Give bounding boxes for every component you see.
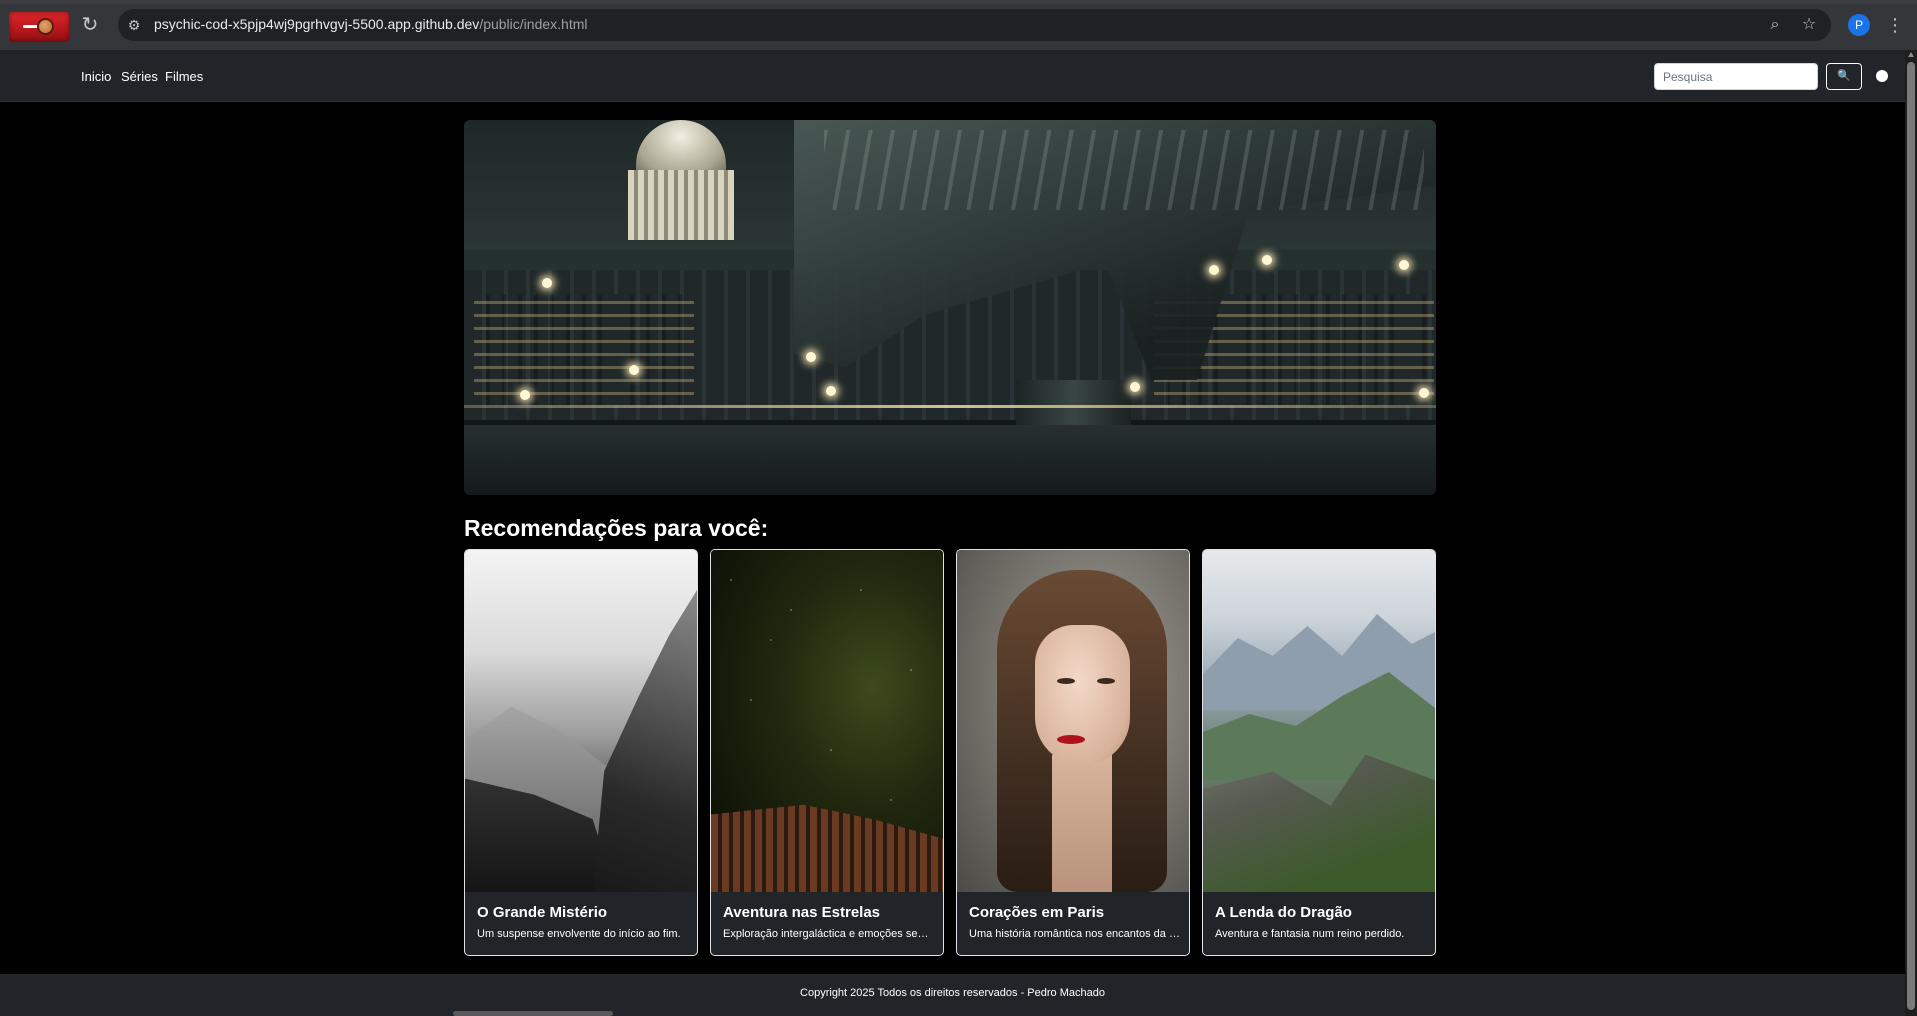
nav-link-inicio[interactable]: Inicio (81, 69, 111, 84)
dome-colonnade (628, 170, 734, 240)
hero-light-star (1399, 260, 1409, 270)
hero-river-lights (464, 405, 1436, 408)
movie-card[interactable]: A Lenda do Dragão Aventura e fantasia nu… (1202, 549, 1436, 956)
bookmark-star-icon[interactable]: ☆ (1798, 14, 1820, 36)
hero-cathedral-dome (628, 120, 734, 240)
search-input[interactable] (1654, 63, 1818, 90)
hero-light-star (542, 278, 552, 288)
card-image (957, 550, 1189, 892)
nav-link-filmes[interactable]: Filmes (165, 69, 203, 84)
hero-light-star (629, 365, 639, 375)
scrollbar-thumb[interactable] (1907, 62, 1915, 1010)
recommendations-heading: Recomendações para você: (464, 515, 769, 541)
movie-card[interactable]: Corações em Paris Uma história romântica… (956, 549, 1190, 956)
logo-dot-shape (37, 18, 54, 35)
footer-copyright: Copyright 2025 Todos os direitos reserva… (800, 987, 1105, 999)
portrait-neck (1052, 755, 1112, 892)
menu-dots-icon[interactable]: ⋮ (1884, 13, 1906, 37)
hero-light-star (1419, 388, 1429, 398)
hero-light-star (520, 390, 530, 400)
card-text: Um suspense envolvente do início ao fim. (477, 928, 681, 940)
hero-river-water (464, 425, 1436, 495)
hero-banner-image (464, 120, 1436, 495)
tab-strip-edge (0, 0, 1917, 4)
reload-icon[interactable]: ↻ (76, 12, 104, 38)
card-title: Aventura nas Estrelas (723, 904, 881, 921)
scroll-up-arrow-icon[interactable] (1908, 52, 1914, 57)
url-text[interactable]: psychic-cod-x5pjp4wj9pgrhvgvj-5500.app.g… (154, 16, 587, 32)
portrait-face (1035, 625, 1130, 765)
brand-logo[interactable] (9, 12, 69, 42)
url-host: psychic-cod-x5pjp4wj9pgrhvgvj-5500.app.g… (154, 16, 480, 32)
hero-light-star (1209, 265, 1219, 275)
search-button[interactable]: 🔍 (1826, 63, 1862, 90)
zoom-icon[interactable]: ⌕ (1764, 14, 1786, 36)
profile-avatar[interactable]: P (1848, 14, 1870, 36)
hero-light-star (1262, 255, 1272, 265)
url-path: /public/index.html (479, 16, 588, 32)
theme-toggle-dot[interactable] (1876, 70, 1888, 82)
movie-card[interactable]: Aventura nas Estrelas Exploração interga… (710, 549, 944, 956)
card-image (465, 550, 697, 892)
portrait-eye (1057, 678, 1075, 684)
movie-card[interactable]: O Grande Mistério Um suspense envolvente… (464, 549, 698, 956)
nav-link-series[interactable]: Séries (121, 69, 158, 84)
card-title: O Grande Mistério (477, 904, 608, 921)
hero-light-star (806, 352, 816, 362)
site-navbar (0, 50, 1905, 102)
horizontal-scroll-indicator[interactable] (453, 1011, 613, 1016)
portrait-eye (1097, 678, 1115, 684)
site-info-icon[interactable]: ⚙ (124, 15, 144, 35)
hero-light-star (1130, 382, 1140, 392)
search-icon: 🔍 (1837, 70, 1851, 82)
hero-light-star (826, 386, 836, 396)
card-text: Aventura e fantasia num reino perdido. (1215, 928, 1405, 940)
card-title: Corações em Paris (969, 904, 1105, 921)
dome-cap (636, 120, 726, 175)
portrait-lips (1057, 735, 1085, 744)
card-text: Exploração intergaláctica e emoções sem … (723, 928, 935, 940)
card-image (1203, 550, 1435, 892)
card-title: A Lenda do Dragão (1215, 904, 1352, 921)
card-text: Uma história romântica nos encantos da F… (969, 928, 1181, 940)
hero-windows-left (474, 295, 694, 405)
card-image (711, 550, 943, 892)
hero-bridge-ribs (824, 130, 1424, 210)
